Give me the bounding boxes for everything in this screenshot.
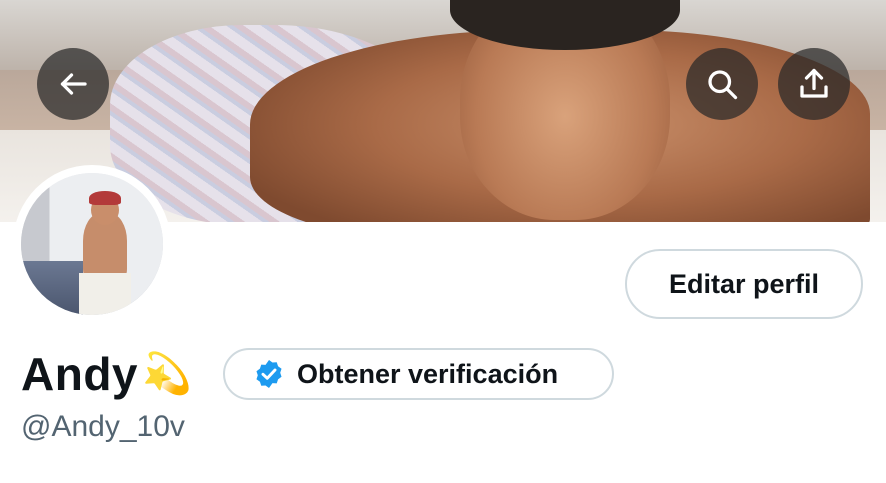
get-verified-label: Obtener verificación: [297, 358, 559, 389]
search-button[interactable]: [686, 48, 758, 120]
share-upload-icon: [800, 68, 828, 98]
share-button[interactable]: [778, 48, 850, 120]
dizzy-emoji: 💫: [142, 352, 192, 396]
search-icon: [708, 70, 738, 100]
username-handle: @Andy_10v: [21, 410, 185, 443]
avatar[interactable]: [21, 173, 163, 315]
arrow-left-icon: [60, 73, 87, 95]
display-name: Andy: [21, 348, 138, 400]
edit-profile-button[interactable]: Editar perfil: [625, 249, 863, 319]
display-name-row: Andy 💫: [21, 346, 192, 402]
avatar-bed: [21, 261, 83, 315]
verified-badge-icon: [256, 360, 282, 388]
get-verified-button[interactable]: Obtener verificación: [223, 348, 614, 400]
back-button[interactable]: [37, 48, 109, 120]
avatar-hair: [89, 191, 121, 205]
avatar-towel: [79, 273, 131, 315]
